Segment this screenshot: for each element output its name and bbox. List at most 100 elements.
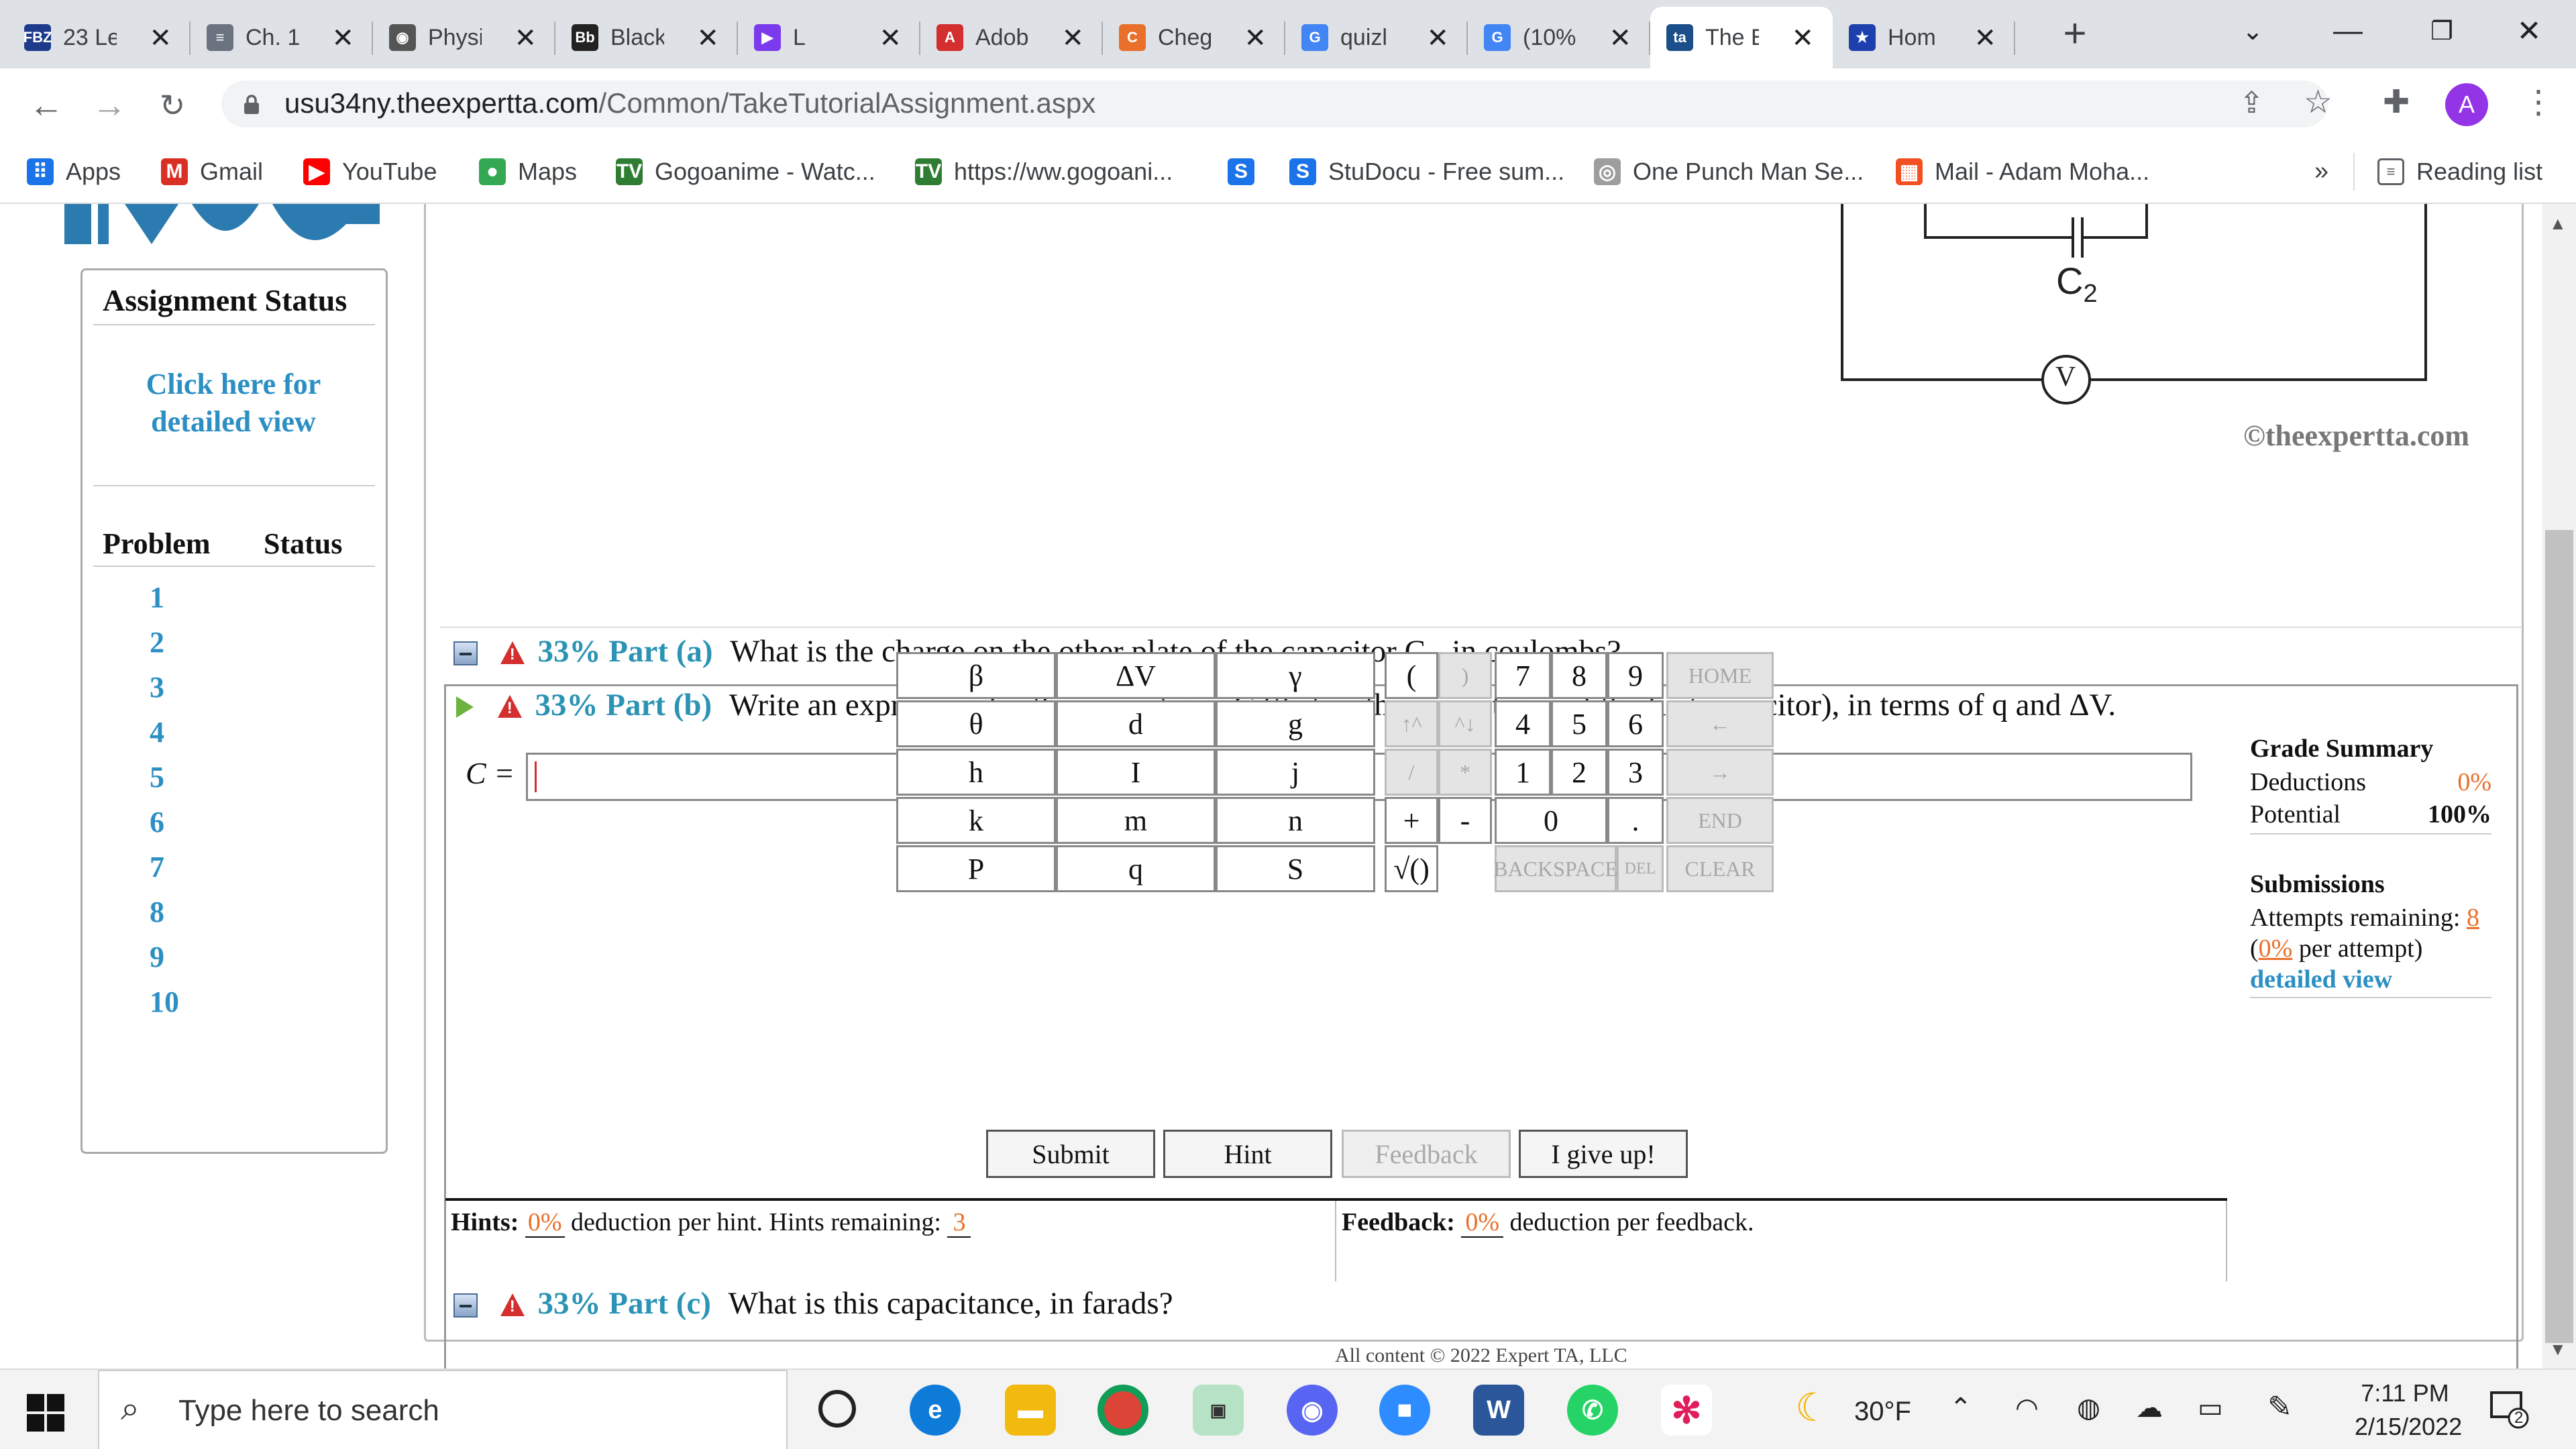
- variable-key[interactable]: ΔV: [1056, 652, 1216, 699]
- problem-link[interactable]: 5: [150, 760, 164, 794]
- variable-key[interactable]: β: [896, 652, 1056, 699]
- digit-key[interactable]: 5: [1551, 700, 1607, 747]
- discord-icon[interactable]: ◉: [1287, 1385, 1338, 1436]
- zoom-icon[interactable]: ■: [1379, 1385, 1430, 1436]
- browser-tab[interactable]: ◉ Physi ✕: [373, 7, 555, 68]
- file-explorer-icon[interactable]: ▬: [1005, 1385, 1056, 1436]
- problem-link[interactable]: 1: [150, 580, 164, 614]
- minimize-button[interactable]: —: [2308, 7, 2388, 55]
- windows-start-icon[interactable]: [27, 1394, 64, 1432]
- digit-key[interactable]: 6: [1607, 700, 1664, 747]
- variable-key[interactable]: n: [1216, 797, 1375, 844]
- cortana-icon[interactable]: [818, 1390, 856, 1428]
- operator-key[interactable]: /: [1385, 749, 1438, 796]
- digit-key[interactable]: 0: [1495, 797, 1607, 844]
- bookmark-item[interactable]: S: [1228, 153, 1267, 191]
- tab-close-icon[interactable]: ✕: [1974, 23, 1996, 54]
- variable-key[interactable]: P: [896, 845, 1056, 892]
- tab-close-icon[interactable]: ✕: [1426, 23, 1449, 54]
- problem-link[interactable]: 9: [150, 940, 164, 974]
- browser-tab[interactable]: C Cheg ✕: [1103, 7, 1285, 68]
- browser-tab[interactable]: A Adob ✕: [920, 7, 1103, 68]
- tab-close-icon[interactable]: ✕: [514, 23, 537, 54]
- problem-link[interactable]: 10: [150, 985, 179, 1019]
- url-text[interactable]: usu34ny.theexpertta.com/Common/TakeTutor…: [284, 87, 1095, 119]
- variable-key[interactable]: q: [1056, 845, 1216, 892]
- browser-tab[interactable]: ★ Hom ✕: [1833, 7, 2015, 68]
- feedback-button[interactable]: Feedback: [1342, 1130, 1511, 1178]
- digit-key[interactable]: 7: [1495, 652, 1551, 699]
- clear-key[interactable]: CLEAR: [1666, 845, 1774, 892]
- operator-key[interactable]: +: [1385, 797, 1438, 844]
- tab-search-icon[interactable]: ⌄: [2212, 7, 2293, 55]
- weather-temperature[interactable]: 30°F: [1854, 1397, 1911, 1427]
- detailed-view-link[interactable]: Click here for detailed view: [96, 366, 371, 441]
- bookmark-item[interactable]: ◎ One Punch Man Se...: [1594, 153, 1864, 191]
- variable-key[interactable]: m: [1056, 797, 1216, 844]
- menu-kebab-icon[interactable]: ⋮: [2522, 83, 2555, 121]
- left-arrow-key[interactable]: ←: [1666, 700, 1774, 747]
- hint-button[interactable]: Hint: [1163, 1130, 1332, 1178]
- digit-key[interactable]: 3: [1607, 749, 1664, 796]
- variable-key[interactable]: I: [1056, 749, 1216, 796]
- submit-button[interactable]: Submit: [986, 1130, 1155, 1178]
- tab-close-icon[interactable]: ✕: [149, 23, 172, 54]
- operator-key[interactable]: *: [1438, 749, 1492, 796]
- reading-list-button[interactable]: ≡ Reading list: [2377, 153, 2542, 191]
- tab-close-icon[interactable]: ✕: [1609, 23, 1631, 54]
- bookmark-star-icon[interactable]: ☆: [2304, 83, 2332, 121]
- variable-key[interactable]: γ: [1216, 652, 1375, 699]
- taskbar-search-box[interactable]: ⌕ Type here to search: [98, 1370, 788, 1449]
- word-icon[interactable]: W: [1473, 1385, 1524, 1436]
- variable-key[interactable]: θ: [896, 700, 1056, 747]
- operator-key[interactable]: ↑^: [1385, 700, 1438, 747]
- browser-tab[interactable]: Bb Black ✕: [555, 7, 738, 68]
- share-icon[interactable]: ⇪: [2239, 86, 2264, 120]
- profile-avatar[interactable]: A: [2445, 83, 2488, 126]
- bookmark-item[interactable]: TV Gogoanime - Watc...: [616, 153, 875, 191]
- tray-chevron-up-icon[interactable]: ⌃: [1949, 1393, 1972, 1424]
- browser-tab[interactable]: ≡ Ch. 1 ✕: [191, 7, 373, 68]
- tab-close-icon[interactable]: ✕: [1791, 23, 1814, 54]
- tab-close-icon[interactable]: ✕: [879, 23, 902, 54]
- end-key[interactable]: END: [1666, 797, 1774, 844]
- digit-key[interactable]: 2: [1551, 749, 1607, 796]
- bookmark-item[interactable]: ▶ YouTube: [303, 153, 437, 191]
- sqrt-key[interactable]: √(): [1385, 845, 1438, 892]
- digit-key[interactable]: 9: [1607, 652, 1664, 699]
- tab-close-icon[interactable]: ✕: [1061, 23, 1084, 54]
- right-arrow-key[interactable]: →: [1666, 749, 1774, 796]
- problem-link[interactable]: 4: [150, 715, 164, 749]
- problem-link[interactable]: 6: [150, 805, 164, 839]
- variable-key[interactable]: g: [1216, 700, 1375, 747]
- digit-key[interactable]: 4: [1495, 700, 1551, 747]
- digit-key[interactable]: 1: [1495, 749, 1551, 796]
- home-key[interactable]: HOME: [1666, 652, 1774, 699]
- tab-close-icon[interactable]: ✕: [1244, 23, 1267, 54]
- del-key[interactable]: DEL: [1617, 845, 1664, 892]
- bookmark-item[interactable]: ▦ Mail - Adam Moha...: [1896, 153, 2149, 191]
- backspace-key[interactable]: BACKSPACE: [1493, 845, 1618, 892]
- bookmark-item[interactable]: ⠿ Apps: [27, 153, 121, 191]
- pen-icon[interactable]: ✎: [2267, 1390, 2292, 1424]
- part-c-row[interactable]: 33% Part (c) What is this capacitance, i…: [453, 1285, 1173, 1322]
- browser-tab[interactable]: FBZ 23 Le ✕: [8, 7, 191, 68]
- variable-key[interactable]: d: [1056, 700, 1216, 747]
- reload-icon[interactable]: ↻: [149, 82, 196, 129]
- problem-link[interactable]: 7: [150, 850, 164, 884]
- scrollbar-thumb[interactable]: [2545, 530, 2573, 1343]
- browser-tab[interactable]: G (10% ✕: [1468, 7, 1650, 68]
- give-up-button[interactable]: I give up!: [1519, 1130, 1688, 1178]
- app-icon[interactable]: ▣: [1193, 1385, 1244, 1436]
- close-window-button[interactable]: ✕: [2489, 7, 2569, 55]
- tab-close-icon[interactable]: ✕: [696, 23, 719, 54]
- extensions-puzzle-icon[interactable]: ✚: [2383, 83, 2410, 121]
- operator-key[interactable]: (: [1385, 652, 1438, 699]
- onedrive-icon[interactable]: ☁: [2136, 1393, 2163, 1424]
- battery-icon[interactable]: ▭: [2198, 1393, 2223, 1424]
- variable-key[interactable]: k: [896, 797, 1056, 844]
- scroll-up-arrow-icon[interactable]: ▲: [2549, 213, 2567, 234]
- operator-key[interactable]: ^↓: [1438, 700, 1492, 747]
- browser-tab[interactable]: Gquizl ✕: [1285, 7, 1468, 68]
- browser-tab[interactable]: ta The E ✕: [1650, 7, 1833, 68]
